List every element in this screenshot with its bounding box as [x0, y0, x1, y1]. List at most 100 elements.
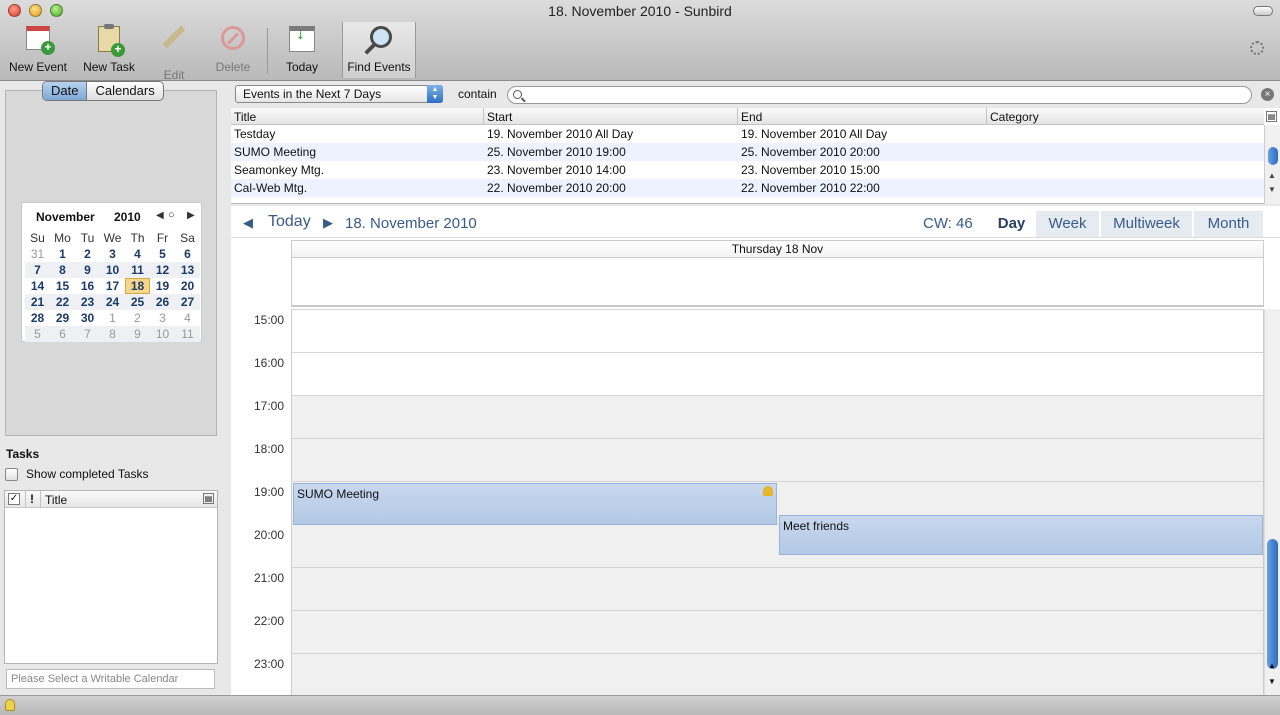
mini-calendar-day[interactable]: 28 — [25, 310, 50, 326]
mini-calendar-day-other-month[interactable]: 6 — [50, 326, 75, 342]
mini-calendar-day[interactable]: 10 — [100, 262, 125, 278]
mini-calendar-year[interactable]: 2010 — [114, 210, 141, 224]
today-circle-icon[interactable]: ○ — [168, 209, 175, 221]
scroll-up-icon[interactable]: ▲ — [1268, 661, 1276, 670]
mini-calendar-day-other-month[interactable]: 8 — [100, 326, 125, 342]
scroll-up-icon[interactable]: ▲ — [1268, 171, 1276, 180]
all-day-area[interactable] — [291, 258, 1264, 307]
mini-calendar-day[interactable]: 29 — [50, 310, 75, 326]
event-sumo-meeting[interactable]: SUMO Meeting — [293, 483, 777, 525]
mini-calendar-day[interactable]: 19 — [150, 278, 175, 294]
mini-calendar-day[interactable]: 26 — [150, 294, 175, 310]
mini-calendar-day-other-month[interactable]: 1 — [100, 310, 125, 326]
scroll-down-icon[interactable]: ▼ — [1268, 185, 1276, 194]
hour-slot[interactable] — [291, 395, 1264, 438]
mini-calendar-day-other-month[interactable]: 7 — [75, 326, 100, 342]
quick-add-task-input[interactable]: Please Select a Writable Calendar — [6, 669, 215, 689]
mini-calendar-day[interactable]: 22 — [50, 294, 75, 310]
mini-calendar-day[interactable]: 1 — [50, 246, 75, 262]
hour-slot[interactable] — [291, 352, 1264, 395]
column-picker-icon[interactable]: ▤ — [1266, 111, 1277, 122]
scroll-thumb[interactable] — [1267, 539, 1278, 669]
tab-multiweek[interactable]: Multiweek — [1100, 211, 1192, 237]
tab-calendars[interactable]: Calendars — [87, 82, 162, 100]
mini-calendar-day-other-month[interactable]: 3 — [150, 310, 175, 326]
mini-calendar-day[interactable]: 8 — [50, 262, 75, 278]
mini-calendar-day[interactable]: 14 — [25, 278, 50, 294]
event-list-row[interactable]: Seamonkey Mtg. 23. November 2010 14:00 2… — [231, 161, 1264, 179]
mini-calendar-day[interactable]: 17 — [100, 278, 125, 294]
mini-calendar-day[interactable]: 27 — [175, 294, 200, 310]
mini-calendar-day[interactable]: 12 — [150, 262, 175, 278]
mini-calendar-day[interactable]: 11 — [125, 262, 150, 278]
event-meet-friends[interactable]: Meet friends — [779, 515, 1263, 555]
mini-calendar-day[interactable]: 9 — [75, 262, 100, 278]
mini-calendar-day[interactable]: 24 — [100, 294, 125, 310]
mini-calendar-day[interactable]: 3 — [100, 246, 125, 262]
task-col-priority[interactable]: ! — [30, 492, 34, 506]
scroll-thumb[interactable] — [1268, 147, 1278, 165]
pane-splitter[interactable] — [223, 81, 231, 695]
tab-week[interactable]: Week — [1035, 211, 1099, 237]
mini-calendar-day[interactable]: 13 — [175, 262, 200, 278]
previous-month-icon[interactable]: ◀ — [156, 210, 164, 221]
mini-calendar-day-other-month[interactable]: 10 — [150, 326, 175, 342]
today-button[interactable]: Today — [280, 22, 324, 78]
clear-search-icon[interactable]: × — [1261, 88, 1274, 101]
delete-button[interactable]: Delete — [208, 22, 258, 78]
event-list-row[interactable]: Cal-Web Mtg. 22. November 2010 20:00 22.… — [231, 179, 1264, 197]
mini-calendar-day[interactable]: 2 — [75, 246, 100, 262]
mini-calendar-day[interactable]: 21 — [25, 294, 50, 310]
tab-date[interactable]: Date — [43, 82, 88, 100]
task-col-title[interactable]: Title — [45, 493, 67, 507]
mini-calendar-day-other-month[interactable]: 5 — [25, 326, 50, 342]
col-category[interactable]: Category — [990, 110, 1039, 124]
tab-day[interactable]: Day — [989, 211, 1033, 237]
mini-calendar-day[interactable]: 20 — [175, 278, 200, 294]
column-picker-icon[interactable]: ▤ — [203, 493, 214, 504]
mini-calendar-day[interactable]: 6 — [175, 246, 200, 262]
mini-calendar-day[interactable]: 25 — [125, 294, 150, 310]
mini-calendar-day-other-month[interactable]: 2 — [125, 310, 150, 326]
mini-calendar-day[interactable]: 4 — [125, 246, 150, 262]
mini-calendar-day-other-month[interactable]: 31 — [25, 246, 50, 262]
hour-slot[interactable] — [291, 438, 1264, 481]
scroll-down-icon[interactable]: ▼ — [1268, 677, 1276, 686]
day-view-scrollbar[interactable]: ▲ ▼ — [1264, 309, 1280, 695]
mini-calendar-day[interactable]: 15 — [50, 278, 75, 294]
mini-calendar-day[interactable]: 7 — [25, 262, 50, 278]
new-task-button[interactable]: + New Task — [80, 22, 138, 78]
mini-calendar-day-other-month[interactable]: 11 — [175, 326, 200, 342]
col-end[interactable]: End — [741, 110, 762, 124]
mini-calendar-day[interactable]: 5 — [150, 246, 175, 262]
tab-month[interactable]: Month — [1193, 211, 1263, 237]
next-day-icon[interactable]: ▶ — [323, 215, 333, 231]
event-list-scrollbar[interactable]: ▲ ▼ — [1264, 125, 1280, 204]
day-column-header[interactable]: Thursday 18 Nov — [291, 240, 1264, 258]
task-col-completed[interactable]: ✓ — [8, 493, 20, 505]
col-title[interactable]: Title — [234, 110, 256, 124]
mini-calendar-day[interactable]: 23 — [75, 294, 100, 310]
next-month-icon[interactable]: ▶ — [187, 210, 195, 221]
mini-calendar-day[interactable]: 30 — [75, 310, 100, 326]
event-list-row[interactable]: Testday 19. November 2010 All Day 19. No… — [231, 125, 1264, 143]
previous-day-icon[interactable]: ◀ — [243, 215, 253, 231]
event-list-row[interactable]: SUMO Meeting 25. November 2010 19:00 25.… — [231, 143, 1264, 161]
mini-calendar-day-other-month[interactable]: 9 — [125, 326, 150, 342]
search-field[interactable] — [507, 86, 1252, 104]
mini-calendar-day[interactable]: 18 — [125, 278, 150, 294]
mini-calendar-day-other-month[interactable]: 4 — [175, 310, 200, 326]
today-link[interactable]: Today — [268, 213, 311, 231]
mini-calendar-month[interactable]: November — [36, 210, 95, 224]
show-completed-checkbox[interactable] — [5, 468, 18, 481]
mini-calendar-day[interactable]: 16 — [75, 278, 100, 294]
col-start[interactable]: Start — [487, 110, 512, 124]
edit-button[interactable]: Edit — [152, 22, 196, 82]
hour-slot[interactable] — [291, 653, 1264, 695]
find-events-button[interactable]: Find Events — [342, 22, 416, 78]
event-filter-select[interactable]: Events in the Next 7 Days ▲ ▼ — [235, 85, 443, 103]
toolbar-toggle-button[interactable] — [1253, 6, 1273, 16]
new-event-button[interactable]: + New Event — [6, 22, 70, 78]
hour-slot[interactable] — [291, 567, 1264, 610]
hour-slot[interactable] — [291, 309, 1264, 352]
